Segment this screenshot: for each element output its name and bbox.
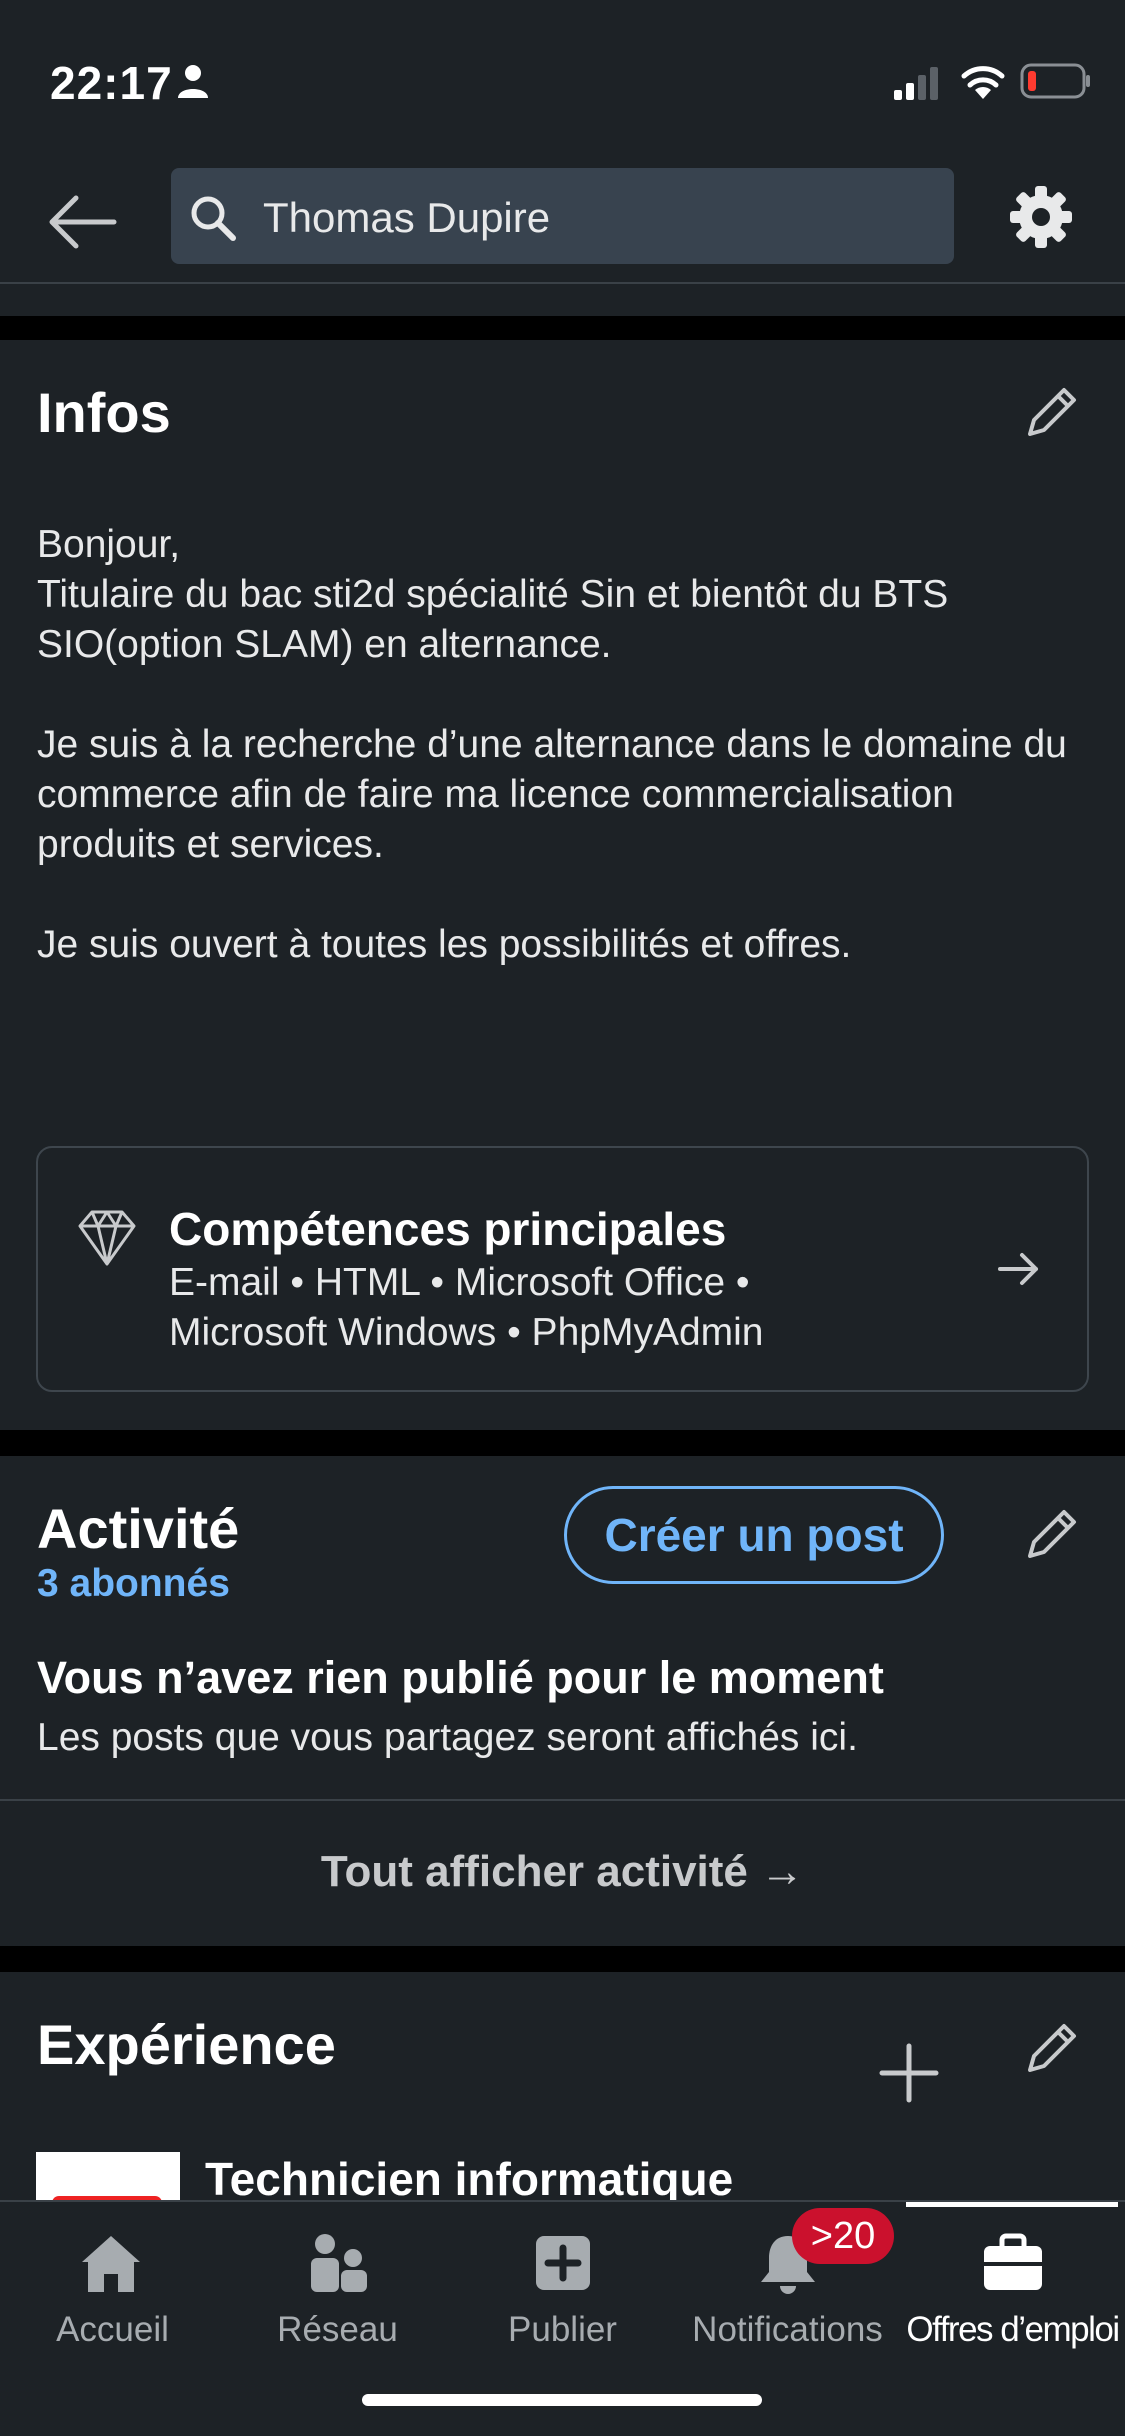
section-gap <box>0 1946 1125 1972</box>
show-all-activity-button[interactable]: Tout afficher activité → <box>0 1802 1125 1946</box>
nav-item-post[interactable]: Publier <box>450 2202 675 2362</box>
search-icon <box>191 196 236 241</box>
search-header: Thomas Dupire <box>0 160 1125 283</box>
status-time: 22:17 <box>50 57 173 109</box>
home-icon <box>82 2236 140 2292</box>
activity-section: Activité 3 abonnés Créer un post Vous n’… <box>0 1456 1125 1946</box>
section-gap <box>0 316 1125 340</box>
nav-item-jobs[interactable]: Offres d’emploi <box>900 2202 1125 2362</box>
gear-icon[interactable] <box>1008 184 1074 250</box>
signal-icon <box>894 67 938 100</box>
add-experience-icon[interactable] <box>876 2040 942 2106</box>
nav-label-notifications: Notifications <box>692 2310 883 2349</box>
empty-activity-description: Les posts que vous partagez seront affic… <box>37 1716 858 1759</box>
infos-section: Infos Bonjour, Titulaire du bac sti2d sp… <box>0 340 1125 1430</box>
followers-count[interactable]: 3 abonnés <box>37 1562 230 1606</box>
about-paragraph: Je suis à la recherche d’une alternance … <box>37 723 1067 866</box>
edit-activity-icon[interactable] <box>1020 1504 1082 1566</box>
nav-label-jobs: Offres d’emploi <box>906 2310 1120 2349</box>
wifi-icon <box>961 66 1005 99</box>
about-paragraph: Je suis ouvert à toutes les possibilités… <box>37 923 852 966</box>
home-indicator[interactable] <box>362 2394 762 2406</box>
section-gap <box>0 1430 1125 1456</box>
arrow-right-icon <box>998 1253 1038 1285</box>
edit-infos-icon[interactable] <box>1020 382 1082 444</box>
network-icon <box>311 2234 367 2292</box>
search-input[interactable]: Thomas Dupire <box>171 168 954 264</box>
create-post-button[interactable]: Créer un post <box>564 1486 944 1584</box>
briefcase-icon <box>984 2233 1042 2290</box>
person-icon <box>178 65 208 98</box>
search-value: Thomas Dupire <box>263 194 551 241</box>
post-icon <box>536 2236 590 2290</box>
back-icon[interactable] <box>46 192 118 252</box>
diamond-icon <box>78 1210 136 1266</box>
empty-activity-title: Vous n’avez rien publié pour le moment <box>37 1652 884 1703</box>
battery-icon <box>1020 63 1090 99</box>
nav-label-network: Réseau <box>277 2310 398 2349</box>
scroll-remnant <box>0 284 1125 316</box>
experience-title: Expérience <box>37 2013 336 2076</box>
notifications-badge: >20 <box>792 2208 894 2264</box>
nav-label-post: Publier <box>508 2310 617 2349</box>
nav-item-home[interactable]: Accueil <box>0 2202 225 2362</box>
job-title[interactable]: Technicien informatique <box>205 2152 733 2206</box>
about-text: Bonjour, Titulaire du bac sti2d spéciali… <box>37 520 1077 1020</box>
nav-item-network[interactable]: Réseau <box>225 2202 450 2362</box>
edit-experience-icon[interactable] <box>1020 2018 1082 2080</box>
nav-label-home: Accueil <box>56 2310 169 2349</box>
status-bar: 22:17 <box>0 0 1125 160</box>
activity-divider <box>0 1799 1125 1801</box>
experience-section: Expérience Technicien informatique <box>0 1972 1125 2212</box>
skills-title: Compétences principales <box>169 1203 727 1255</box>
infos-title: Infos <box>37 381 171 444</box>
about-paragraph: Bonjour, Titulaire du bac sti2d spéciali… <box>37 523 949 666</box>
skills-list: E-mail • HTML • Microsoft Office • Micro… <box>169 1261 764 1354</box>
top-skills-card[interactable]: Compétences principales E-mail • HTML • … <box>36 1146 1089 1392</box>
activity-title: Activité <box>37 1497 240 1560</box>
